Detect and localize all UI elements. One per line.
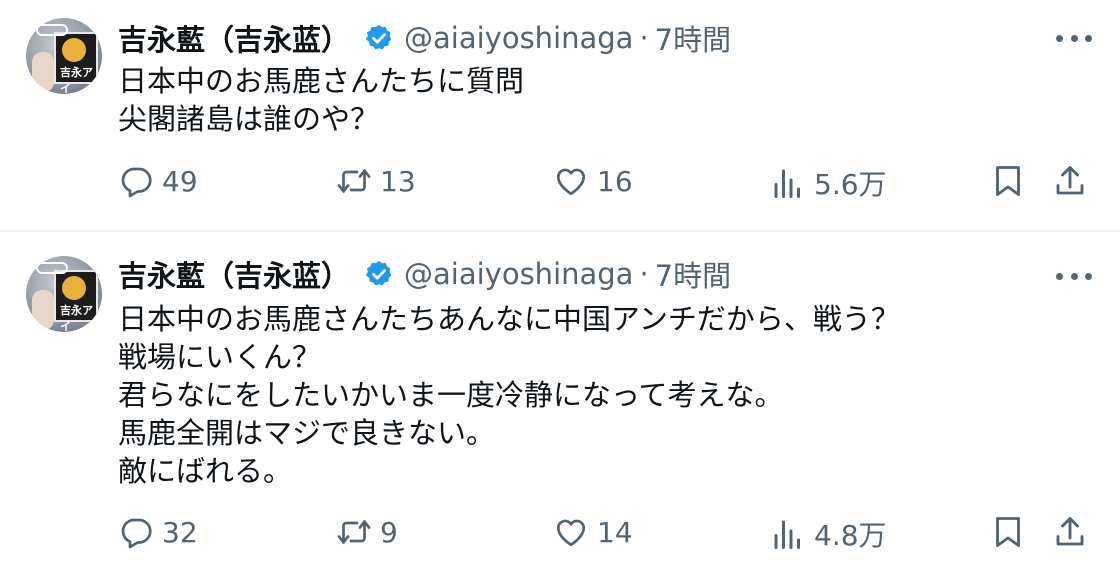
avatar-face <box>62 276 86 300</box>
retweet-count: 9 <box>380 515 398 549</box>
share-button[interactable] <box>1052 163 1088 199</box>
bookmark-icon <box>996 517 1020 547</box>
views-button[interactable]: 4.8万 <box>770 514 887 554</box>
more-icon[interactable] <box>1056 270 1092 282</box>
retweet-count: 13 <box>380 164 416 198</box>
separator-dot: · <box>639 21 649 55</box>
view-count: 5.6万 <box>814 168 887 201</box>
tweet-text-line: 敵にばれる。 <box>118 454 293 488</box>
avatar-sign: 吉永アイ <box>60 304 93 332</box>
avatar-glasses <box>36 262 68 274</box>
tweet-text-line: 日本中のお馬鹿さんたちに質問 <box>118 64 525 98</box>
avatar-arm <box>32 52 54 92</box>
reply-button[interactable]: 49 <box>118 163 198 199</box>
like-button[interactable]: 16 <box>553 163 633 199</box>
reply-icon <box>121 518 152 549</box>
reply-button[interactable]: 32 <box>118 514 198 550</box>
tweet-time[interactable]: 7時間 <box>655 17 731 59</box>
views-icon <box>774 520 800 549</box>
like-count: 16 <box>597 164 633 198</box>
reply-count: 32 <box>162 515 198 549</box>
retweet-icon <box>337 169 371 193</box>
tweet-actions: 32 9 14 4.8万 <box>0 514 1120 554</box>
reply-count: 49 <box>162 164 198 198</box>
verified-badge-icon <box>365 260 392 286</box>
like-icon <box>556 168 586 196</box>
like-icon <box>556 519 586 547</box>
retweet-icon <box>337 520 371 544</box>
tweet-actions: 49 13 16 5.6万 <box>0 163 1120 203</box>
views-icon <box>774 169 800 198</box>
tweet[interactable]: 吉永アイ 吉永藍（吉永蓝） @aiaiyoshinaga · 7時間 日本中のお… <box>0 0 1120 232</box>
tweet-text-line: 馬鹿全開はマジで良きない。 <box>118 416 496 450</box>
bookmark-button[interactable] <box>990 514 1026 550</box>
tweet-header: 吉永藍（吉永蓝） @aiaiyoshinaga · 7時間 <box>118 254 731 294</box>
tweet-text-line: 君らなにをしたいかいま一度冷静になって考えな。 <box>118 378 784 412</box>
view-count: 4.8万 <box>814 519 887 552</box>
timeline-feed: 吉永アイ 吉永藍（吉永蓝） @aiaiyoshinaga · 7時間 日本中のお… <box>0 0 1120 578</box>
bookmark-icon <box>996 166 1020 196</box>
avatar[interactable]: 吉永アイ <box>26 18 102 94</box>
verified-badge-icon <box>365 24 392 50</box>
tweet-text: 日本中のお馬鹿さんたちに質問 尖閣諸島は誰のや？ <box>118 62 524 138</box>
like-button[interactable]: 14 <box>553 514 633 550</box>
like-count: 14 <box>597 515 633 549</box>
share-icon <box>1056 517 1084 546</box>
avatar-face <box>62 38 86 62</box>
tweet-text: 日本中のお馬鹿さんたちあんなに中国アンチだから、戦う？ 戦場にいくん？ 君らなに… <box>118 300 900 490</box>
author-name[interactable]: 吉永藍（吉永蓝） <box>118 253 350 295</box>
author-name[interactable]: 吉永藍（吉永蓝） <box>118 17 350 59</box>
share-button[interactable] <box>1052 514 1088 550</box>
tweet[interactable]: 吉永アイ 吉永藍（吉永蓝） @aiaiyoshinaga · 7時間 日本中のお… <box>0 234 1120 578</box>
bookmark-button[interactable] <box>990 163 1026 199</box>
avatar-sign: 吉永アイ <box>60 66 93 94</box>
separator-dot: · <box>639 257 649 291</box>
tweet-header: 吉永藍（吉永蓝） @aiaiyoshinaga · 7時間 <box>118 18 731 58</box>
author-handle[interactable]: @aiaiyoshinaga <box>404 257 633 291</box>
tweet-text-line: 戦場にいくん？ <box>118 340 322 374</box>
tweet-text-line: 尖閣諸島は誰のや？ <box>118 102 380 136</box>
avatar[interactable]: 吉永アイ <box>26 256 102 332</box>
tweet-text-line: 日本中のお馬鹿さんたちあんなに中国アンチだから、戦う？ <box>118 302 900 336</box>
share-icon <box>1056 166 1084 195</box>
more-icon[interactable] <box>1056 32 1092 44</box>
tweet-time[interactable]: 7時間 <box>655 253 731 295</box>
retweet-button[interactable]: 13 <box>336 163 416 199</box>
reply-icon <box>121 167 152 198</box>
author-handle[interactable]: @aiaiyoshinaga <box>404 21 633 55</box>
avatar-glasses <box>36 24 68 36</box>
views-button[interactable]: 5.6万 <box>770 163 887 203</box>
retweet-button[interactable]: 9 <box>336 514 398 550</box>
avatar-arm <box>32 290 54 330</box>
